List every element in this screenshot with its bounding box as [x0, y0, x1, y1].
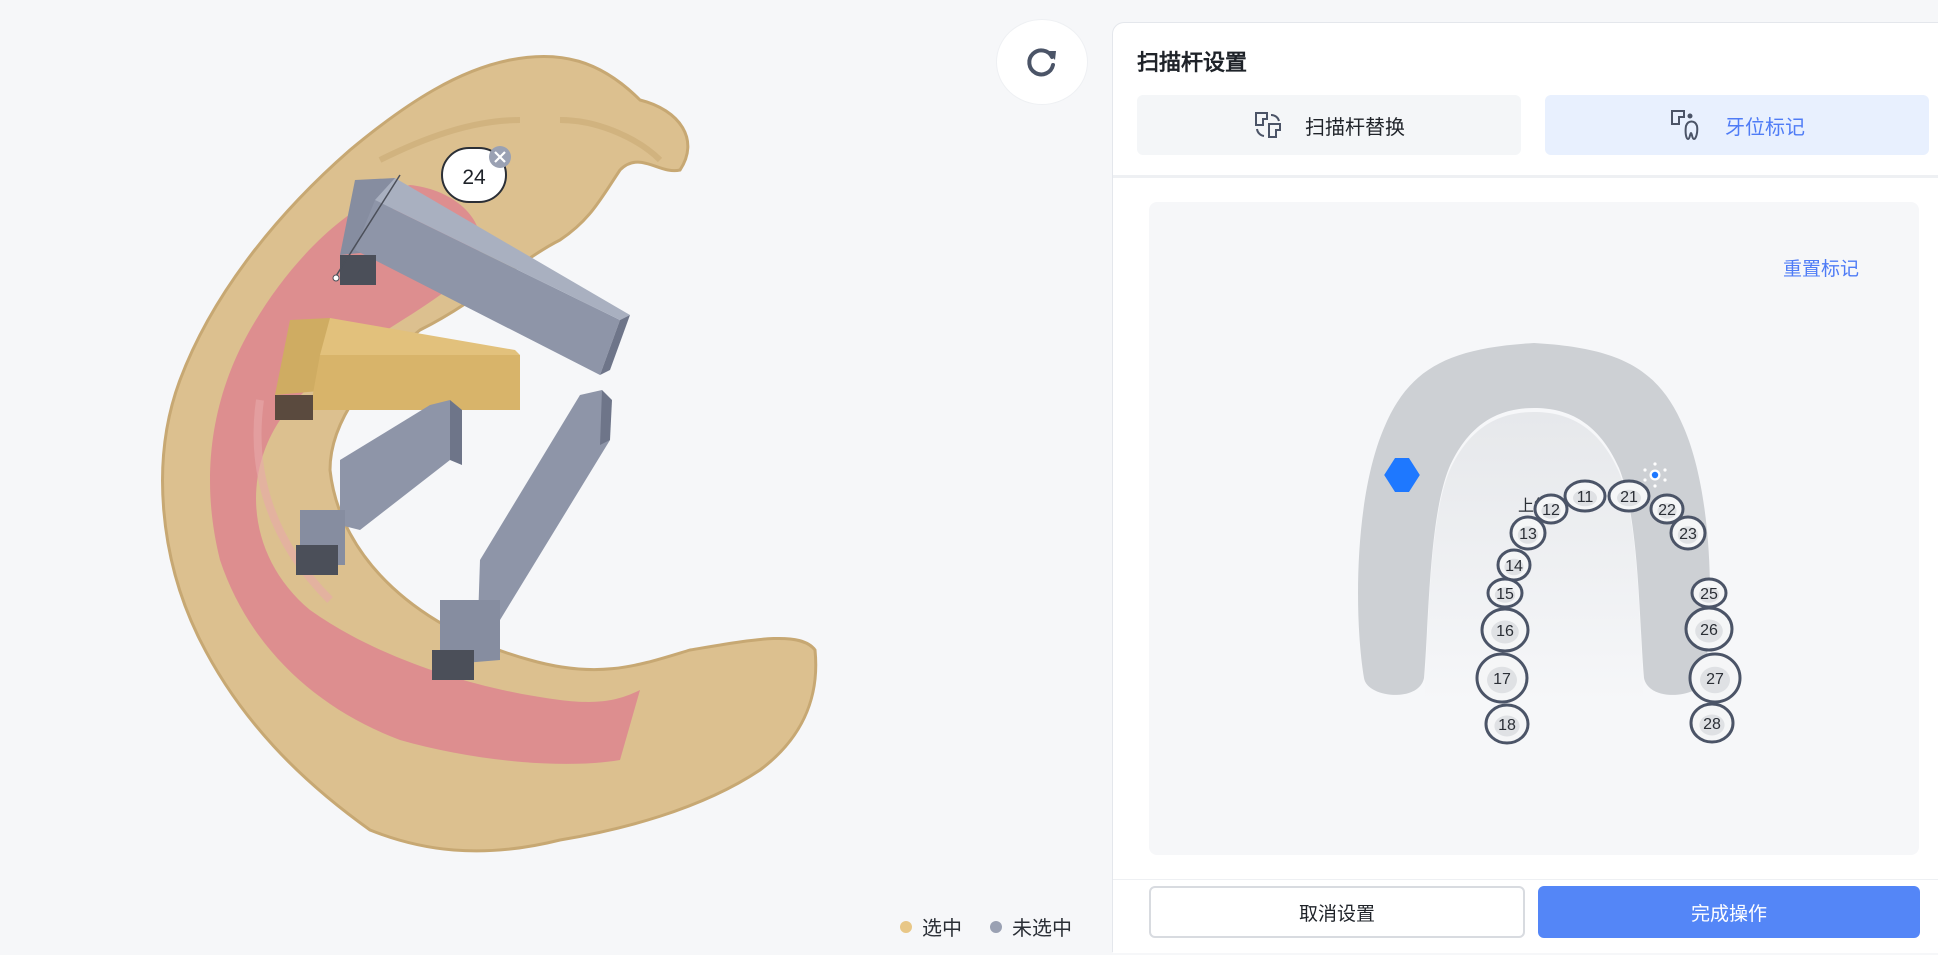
unselected-dot-icon	[990, 920, 1002, 933]
tooth-label: 14	[1505, 558, 1523, 575]
legend-unselected: 未选中	[990, 912, 1072, 941]
selected-dot-icon	[900, 920, 912, 933]
tooth-21[interactable]: 21	[1607, 479, 1651, 513]
tooth-13[interactable]: 13	[1509, 515, 1547, 551]
tooth-label: 13	[1519, 526, 1537, 543]
scanbody-settings-panel: 扫描杆设置 扫描杆替换 牙位标记 重置标记 11 12 13 14 15 16 …	[1112, 22, 1938, 953]
tooth-26[interactable]: 26	[1684, 606, 1734, 652]
tooth-label: 21	[1620, 489, 1638, 506]
close-icon[interactable]	[489, 146, 511, 168]
tooth-27[interactable]: 27	[1688, 652, 1742, 704]
cancel-settings-button[interactable]: 取消设置	[1149, 886, 1525, 938]
model-viewport[interactable]: 24 选中 未选中	[0, 0, 1110, 951]
legend-selected: 选中	[900, 912, 962, 941]
complete-button[interactable]: 完成操作	[1538, 886, 1920, 938]
tooth-16[interactable]: 16	[1480, 607, 1530, 653]
tooth-18[interactable]: 18	[1484, 703, 1530, 745]
tooth-label: 15	[1496, 586, 1514, 603]
selection-legend: 选中 未选中	[900, 912, 1072, 941]
tooth-mark-icon	[1671, 110, 1699, 141]
tooth-label: 16	[1496, 623, 1514, 640]
refresh-icon	[1027, 48, 1056, 77]
tooth-label: 23	[1679, 526, 1697, 543]
refresh-view-button[interactable]	[997, 20, 1087, 104]
tooth-label: 27	[1706, 671, 1724, 688]
tooth-label: 25	[1700, 586, 1718, 603]
scanbody-replace-icon	[1255, 112, 1281, 138]
tooth-23[interactable]: 23	[1669, 515, 1707, 551]
dental-model[interactable]: 24	[0, 0, 1110, 951]
tab-tooth-mark-label: 牙位标记	[1725, 114, 1805, 139]
tooth-28[interactable]: 28	[1689, 702, 1735, 744]
tooth-badge-label: 24	[462, 166, 486, 189]
tooth-label: 11	[1577, 489, 1594, 506]
tooth-label: 26	[1700, 622, 1718, 639]
tooth-14[interactable]: 14	[1496, 548, 1532, 582]
tab-tooth-mark[interactable]: 牙位标记	[1545, 95, 1929, 155]
tooth-label: 17	[1493, 671, 1511, 688]
panel-divider	[1113, 175, 1938, 178]
panel-footer: 取消设置 完成操作	[1113, 879, 1938, 953]
tooth-label: 12	[1542, 502, 1560, 519]
tooth-11[interactable]: 11	[1563, 479, 1607, 513]
tab-scanbody-replace-label: 扫描杆替换	[1305, 114, 1405, 139]
legend-selected-label: 选中	[922, 916, 962, 940]
tooth-label: 18	[1498, 717, 1516, 734]
tooth-15[interactable]: 15	[1486, 577, 1524, 609]
panel-title: 扫描杆设置	[1137, 51, 1248, 76]
tooth-label: 22	[1658, 502, 1676, 519]
tooth-chart-card: 重置标记 上颌 111213141516171821222325262728	[1149, 202, 1919, 855]
upper-arch-chart: 上颌 111213141516171821222325262728	[1358, 343, 1742, 745]
tooth-17[interactable]: 17	[1475, 652, 1529, 704]
tooth-25[interactable]: 25	[1690, 577, 1728, 609]
legend-unselected-label: 未选中	[1012, 916, 1072, 940]
scan-body-selected[interactable]	[275, 318, 520, 420]
tab-scanbody-replace[interactable]: 扫描杆替换	[1137, 95, 1521, 155]
tooth-label: 28	[1703, 716, 1721, 733]
tooth-12[interactable]: 12	[1533, 493, 1569, 525]
